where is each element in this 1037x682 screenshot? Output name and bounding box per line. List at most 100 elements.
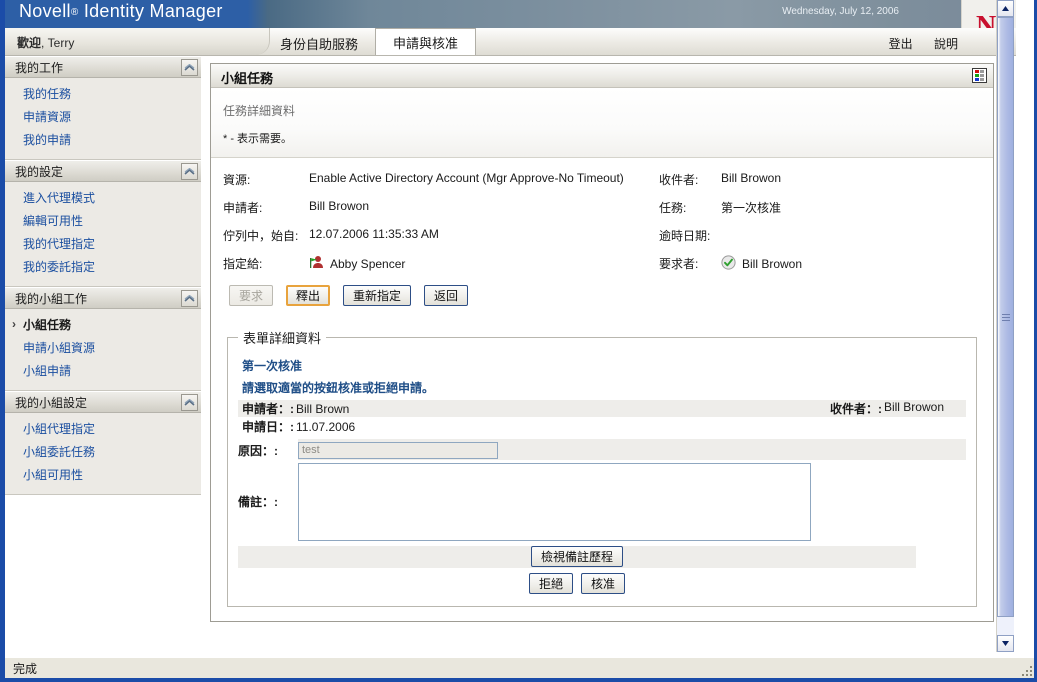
back-button[interactable]: 返回: [424, 285, 469, 306]
resize-grip-icon[interactable]: [1020, 664, 1032, 676]
approval-decision-buttons: 拒絕 核准: [238, 572, 916, 594]
scrollbar-track[interactable]: [997, 17, 1014, 635]
novell-logo-letter: N: [976, 11, 997, 28]
form-key-request-date: 申請日：:: [242, 420, 294, 434]
form-row-request-date: 申請日：: 11.07.2006: [238, 418, 966, 435]
table-row: 申請者: Bill Browon 任務: 第一次核准: [223, 196, 981, 224]
help-link[interactable]: 說明: [934, 37, 958, 51]
sidebar-item-team-delegate-tasks[interactable]: 小組委託任務: [5, 441, 201, 464]
approve-button[interactable]: 核准: [581, 572, 626, 594]
secondary-header: 歡迎, Terry 身份自助服務 申請與核准 登出 說明: [5, 28, 1016, 56]
detail-label-task: 任務:: [659, 201, 687, 215]
form-value-request-date: 11.07.2006: [296, 419, 356, 434]
sidebar-item-request-team-resources[interactable]: 申請小組資源: [5, 337, 201, 360]
task-detail-label: 任務詳細資料: [223, 104, 296, 118]
deny-button[interactable]: 拒絕: [528, 572, 573, 594]
sidebar-item-team-requests[interactable]: 小組申請: [5, 360, 201, 383]
status-text: 完成: [13, 661, 38, 676]
nav-group-header: 我的設定: [5, 160, 201, 182]
welcome-username: , Terry: [41, 36, 75, 50]
reassign-button[interactable]: 重新指定: [343, 285, 412, 306]
comment-history-bar: 檢視備註歷程: [238, 545, 916, 568]
form-right-recipient: 收件者：: Bill Browon: [826, 400, 944, 417]
chevron-up-icon[interactable]: [181, 394, 198, 411]
tab-identity-self-service[interactable]: 身份自助服務: [263, 31, 375, 55]
nav-group-my-team-settings: 我的小組設定 小組代理指定 小組委託任務 小組可用性: [5, 391, 201, 495]
sidebar-item-enter-proxy-mode[interactable]: 進入代理模式: [5, 187, 201, 210]
nav-group-items: 我的任務 申請資源 我的申請: [5, 78, 201, 160]
sidebar-item-my-requests[interactable]: 我的申請: [5, 129, 201, 152]
chevron-up-icon[interactable]: [181, 163, 198, 180]
nav-group-items: 小組任務 申請小組資源 小組申請: [5, 309, 201, 391]
panel-title-bar: 小組任務: [211, 64, 993, 88]
form-key-recipient: 收件者：:: [829, 402, 882, 416]
reason-label: 原因：:: [238, 444, 278, 458]
form-value-requester: Bill Brown: [296, 401, 350, 416]
main-tabs: 身份自助服務 申請與核准: [263, 28, 477, 55]
form-row-requester: 申請者：: Bill Brown 收件者：: Bill Browon: [238, 400, 966, 417]
nav-group-title: 我的設定: [15, 164, 64, 179]
scroll-down-icon[interactable]: [997, 635, 1014, 652]
nav-group-my-work: 我的工作 我的任務 申請資源 我的申請: [5, 56, 201, 160]
chevron-up-icon[interactable]: [181, 59, 198, 76]
form-details-legend: 表單詳細資料: [243, 331, 322, 346]
sidebar-item-my-proxy-assignments[interactable]: 我的代理指定: [5, 233, 201, 256]
sidebar-item-team-tasks[interactable]: 小組任務: [5, 314, 201, 337]
welcome-text: 歡迎, Terry: [17, 34, 74, 51]
color-legend-icon[interactable]: [972, 68, 987, 83]
product-title: Novell® Identity Manager: [19, 1, 223, 22]
panel-subheader: 任務詳細資料 * - 表示需要。: [211, 88, 993, 158]
detail-label-requester: 申請者:: [223, 201, 263, 215]
nav-group-items: 小組代理指定 小組委託任務 小組可用性: [5, 413, 201, 495]
team-tasks-panel: 小組任務 任務詳細資料 * - 表示需要。 資源: Enable Active …: [210, 63, 994, 622]
nav-group-header: 我的小組工作: [5, 287, 201, 309]
panel-body: 資源: Enable Active Directory Account (Mgr…: [211, 158, 993, 621]
product-banner: Novell® Identity Manager Wednesday, July…: [5, 0, 1016, 28]
detail-label-timeout-date: 逾時日期:: [659, 229, 711, 243]
sidebar-navigation: 我的工作 我的任務 申請資源 我的申請 我的設定 進入代理模式 編輯可用性 我的…: [5, 56, 201, 652]
page-viewport: Novell® Identity Manager Wednesday, July…: [5, 0, 1016, 652]
reason-input[interactable]: [298, 441, 498, 459]
nav-group-header: 我的工作: [5, 56, 201, 78]
scrollbar-grip: [1001, 312, 1010, 323]
vertical-scrollbar[interactable]: [996, 0, 1014, 652]
page-title: 小組任務: [221, 71, 274, 86]
chevron-up-icon[interactable]: [181, 290, 198, 307]
view-comment-history-button[interactable]: 檢視備註歷程: [530, 546, 623, 567]
detail-label-claimer: 要求者:: [659, 257, 699, 271]
user-flag-icon: [309, 255, 324, 272]
approval-step-title: 第一次核准: [242, 359, 303, 373]
form-value-recipient: Bill Browon: [883, 400, 944, 414]
nav-group-title: 我的小組工作: [15, 291, 88, 306]
task-action-buttons: 要求 釋出 重新指定 返回: [229, 285, 981, 306]
comment-label: 備註：:: [238, 495, 278, 509]
page-body: 我的工作 我的任務 申請資源 我的申請 我的設定 進入代理模式 編輯可用性 我的…: [5, 56, 1016, 652]
scrollbar-thumb[interactable]: [997, 17, 1014, 617]
detail-value-resource: Enable Active Directory Account (Mgr App…: [309, 171, 624, 185]
sidebar-item-team-proxy-assignments[interactable]: 小組代理指定: [5, 418, 201, 441]
release-button[interactable]: 釋出: [286, 285, 331, 306]
comment-textarea[interactable]: [298, 462, 811, 541]
claim-button[interactable]: 要求: [229, 285, 274, 306]
sidebar-item-team-availability[interactable]: 小組可用性: [5, 464, 201, 487]
table-row: 佇列中，始自: 12.07.2006 11:35:33 AM 逾時日期:: [223, 224, 981, 252]
nav-group-my-settings: 我的設定 進入代理模式 編輯可用性 我的代理指定 我的委託指定: [5, 160, 201, 287]
product-name: Novell: [19, 1, 71, 21]
sidebar-item-edit-availability[interactable]: 編輯可用性: [5, 210, 201, 233]
nav-group-items: 進入代理模式 編輯可用性 我的代理指定 我的委託指定: [5, 182, 201, 287]
logout-link[interactable]: 登出: [889, 37, 913, 51]
detail-value-claimer-cell: Bill Browon: [721, 252, 981, 281]
sidebar-item-my-tasks[interactable]: 我的任務: [5, 83, 201, 106]
tab-requests-and-approvals[interactable]: 申請與核准: [375, 28, 477, 55]
detail-value-recipient: Bill Browon: [721, 171, 782, 185]
table-row: 資源: Enable Active Directory Account (Mgr…: [223, 168, 981, 196]
detail-label-resource: 資源:: [223, 173, 251, 187]
detail-value-claimer: Bill Browon: [742, 257, 803, 271]
sidebar-item-request-resource[interactable]: 申請資源: [5, 106, 201, 129]
detail-value-assigned-to: Abby Spencer: [330, 256, 406, 271]
sidebar-item-my-delegate-assignments[interactable]: 我的委託指定: [5, 256, 201, 279]
detail-label-recipient: 收件者:: [659, 173, 699, 187]
form-key-requester: 申請者：:: [242, 402, 294, 416]
scroll-up-icon[interactable]: [997, 0, 1014, 17]
browser-window: Novell® Identity Manager Wednesday, July…: [0, 0, 1037, 682]
